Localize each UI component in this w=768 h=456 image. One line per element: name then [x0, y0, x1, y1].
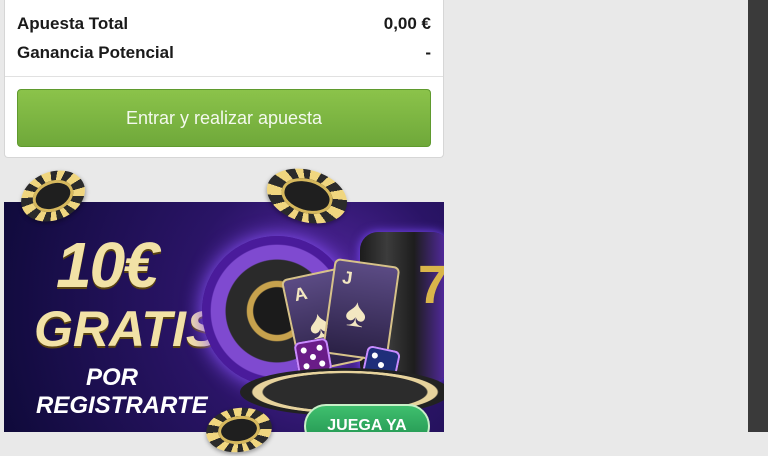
- betslip-panel: Apuesta Total 0,00 € Ganancia Potencial …: [4, 0, 444, 158]
- card-letter-a: A: [292, 282, 310, 306]
- potential-row: Ganancia Potencial -: [17, 41, 431, 65]
- potential-label: Ganancia Potencial: [17, 43, 174, 62]
- total-row: Apuesta Total 0,00 €: [17, 12, 431, 36]
- promo-registrarte: REGISTRARTE: [36, 392, 208, 419]
- playing-card-icon: J ♠: [321, 257, 401, 363]
- window-edge: [748, 0, 768, 432]
- spade-icon: ♠: [342, 290, 370, 337]
- slot-seven: 7: [418, 255, 444, 315]
- promo-banner[interactable]: 10€ GRATIS POR REGISTRARTE 7 A ♠ J ♠ JUE…: [4, 202, 444, 432]
- play-now-button[interactable]: JUEGA YA: [304, 404, 430, 432]
- card-letter-j: J: [341, 267, 354, 289]
- divider: [5, 76, 443, 77]
- total-label: Apuesta Total: [17, 14, 129, 33]
- promo-por: POR: [86, 364, 139, 391]
- total-value: 0,00 €: [383, 14, 431, 33]
- promo-amount: 10€: [56, 229, 159, 301]
- promo-gratis: GRATIS: [34, 301, 220, 357]
- potential-value: -: [425, 43, 431, 62]
- place-bet-button[interactable]: Entrar y realizar apuesta: [17, 89, 431, 147]
